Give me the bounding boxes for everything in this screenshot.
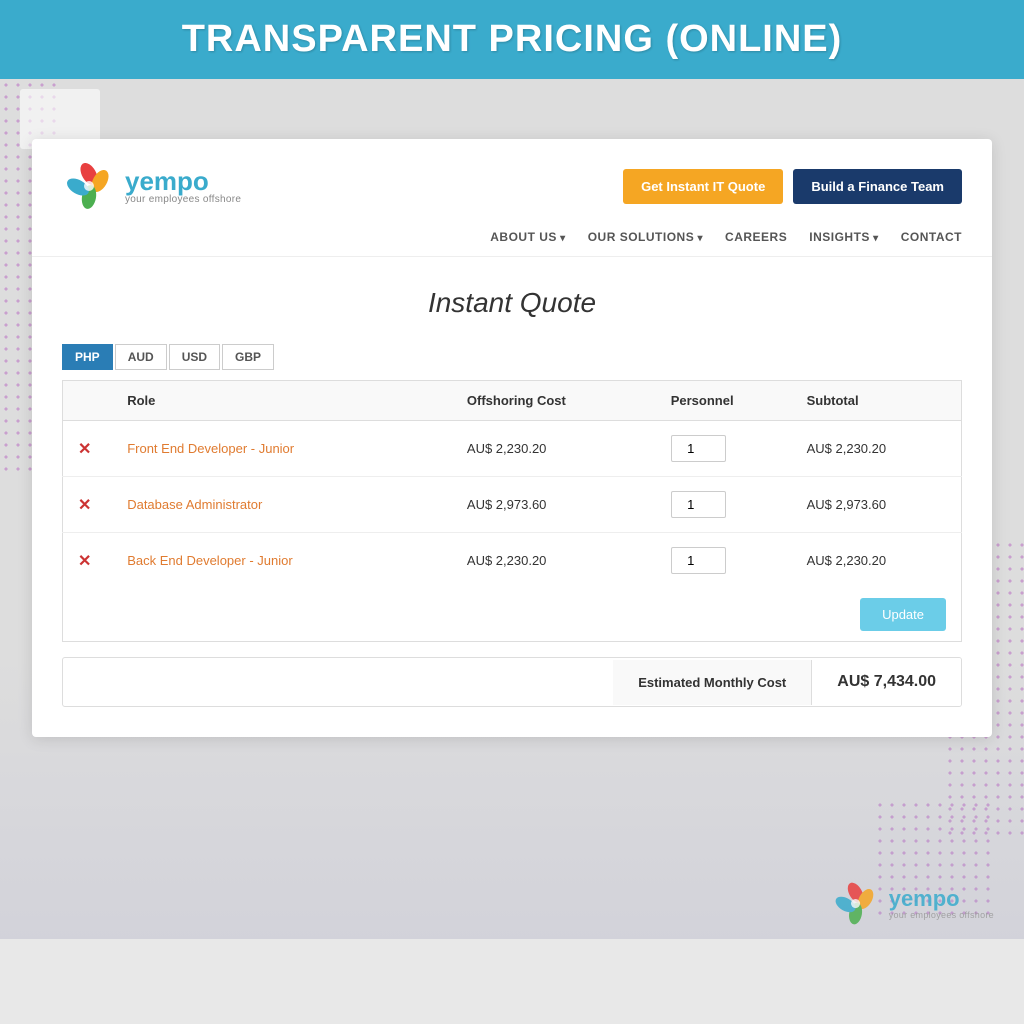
col-header-personnel: Personnel <box>656 381 792 421</box>
role-link-2[interactable]: Back End Developer - Junior <box>127 553 292 568</box>
build-finance-team-button[interactable]: Build a Finance Team <box>793 169 962 204</box>
currency-tabs: PHP AUD USD GBP <box>32 334 992 380</box>
quote-table-wrapper: Role Offshoring Cost Personnel Subtotal … <box>32 380 992 642</box>
nav-careers[interactable]: CAREERS <box>725 230 787 244</box>
top-banner: TRANSPARENT PRICING (ONLINE) <box>0 0 1024 79</box>
nav-our-solutions[interactable]: OUR SOLUTIONS <box>588 230 703 244</box>
personnel-input-1[interactable] <box>671 491 726 518</box>
nav-buttons: Get Instant IT Quote Build a Finance Tea… <box>623 169 962 204</box>
logo-area: yempo your employees offshore <box>62 159 241 214</box>
estimated-cost-section: Estimated Monthly Cost AU$ 7,434.00 <box>62 657 962 707</box>
role-cell-0: Front End Developer - Junior <box>112 421 452 477</box>
col-header-delete <box>63 381 113 421</box>
bottom-logo-name: yempo <box>889 888 994 910</box>
col-header-offshoring-cost: Offshoring Cost <box>452 381 656 421</box>
quote-table: Role Offshoring Cost Personnel Subtotal … <box>62 380 962 642</box>
nav-about-us[interactable]: ABOUT US <box>490 230 565 244</box>
update-cell: Update <box>63 588 962 642</box>
subtotal-cell-1: AU$ 2,973.60 <box>792 477 962 533</box>
estimated-monthly-cost-value: AU$ 7,434.00 <box>812 658 961 706</box>
delete-icon-0[interactable]: ✕ <box>78 441 91 458</box>
role-link-0[interactable]: Front End Developer - Junior <box>127 441 294 456</box>
personnel-input-0[interactable] <box>671 435 726 462</box>
update-button[interactable]: Update <box>860 598 946 631</box>
logo-tagline: your employees offshore <box>125 194 241 205</box>
currency-tab-gbp[interactable]: GBP <box>222 344 274 370</box>
table-row: ✕ Back End Developer - Junior AU$ 2,230.… <box>63 533 962 589</box>
logo-text: yempo your employees offshore <box>125 168 241 205</box>
personnel-cell-2 <box>656 533 792 589</box>
delete-cell-2: ✕ <box>63 533 113 589</box>
bottom-logo-watermark: yempo your employees offshore <box>831 879 994 929</box>
logo-icon <box>62 159 117 214</box>
cost-cell-2: AU$ 2,230.20 <box>452 533 656 589</box>
table-row: ✕ Front End Developer - Junior AU$ 2,230… <box>63 421 962 477</box>
estimated-monthly-cost-label: Estimated Monthly Cost <box>613 660 812 705</box>
col-header-role: Role <box>112 381 452 421</box>
subtotal-cell-0: AU$ 2,230.20 <box>792 421 962 477</box>
bottom-logo-text: yempo your employees offshore <box>889 888 994 920</box>
delete-cell-0: ✕ <box>63 421 113 477</box>
page-title: Instant Quote <box>32 287 992 319</box>
currency-tab-aud[interactable]: AUD <box>115 344 167 370</box>
nav-insights[interactable]: INSIGHTS <box>809 230 878 244</box>
delete-cell-1: ✕ <box>63 477 113 533</box>
personnel-cell-1 <box>656 477 792 533</box>
role-cell-1: Database Administrator <box>112 477 452 533</box>
update-row: Update <box>63 588 962 642</box>
subtotal-cell-2: AU$ 2,230.20 <box>792 533 962 589</box>
bottom-logo-icon <box>831 879 881 929</box>
cost-cell-0: AU$ 2,230.20 <box>452 421 656 477</box>
table-header-row: Role Offshoring Cost Personnel Subtotal <box>63 381 962 421</box>
currency-tab-usd[interactable]: USD <box>169 344 220 370</box>
nav-area: yempo your employees offshore Get Instan… <box>32 139 992 224</box>
background-area: yempo your employees offshore Get Instan… <box>0 79 1024 939</box>
bottom-logo-tagline: your employees offshore <box>889 910 994 920</box>
page-title-section: Instant Quote <box>32 257 992 334</box>
currency-tab-php[interactable]: PHP <box>62 344 113 370</box>
delete-icon-2[interactable]: ✕ <box>78 553 91 570</box>
get-instant-it-quote-button[interactable]: Get Instant IT Quote <box>623 169 783 204</box>
banner-title: TRANSPARENT PRICING (ONLINE) <box>0 18 1024 61</box>
cost-cell-1: AU$ 2,973.60 <box>452 477 656 533</box>
personnel-cell-0 <box>656 421 792 477</box>
logo-name: yempo <box>125 168 241 194</box>
nav-contact[interactable]: CONTACT <box>901 230 962 244</box>
personnel-input-2[interactable] <box>671 547 726 574</box>
main-card: yempo your employees offshore Get Instan… <box>32 139 992 737</box>
role-cell-2: Back End Developer - Junior <box>112 533 452 589</box>
table-row: ✕ Database Administrator AU$ 2,973.60 AU… <box>63 477 962 533</box>
nav-menu: ABOUT US OUR SOLUTIONS CAREERS INSIGHTS … <box>32 224 992 257</box>
col-header-subtotal: Subtotal <box>792 381 962 421</box>
role-link-1[interactable]: Database Administrator <box>127 497 262 512</box>
delete-icon-1[interactable]: ✕ <box>78 497 91 514</box>
